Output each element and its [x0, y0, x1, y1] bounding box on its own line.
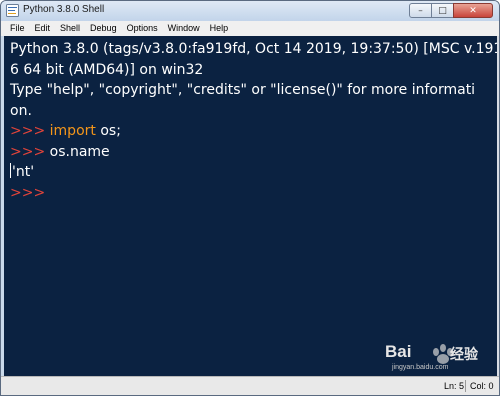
- column-number: Col: 0: [470, 381, 494, 391]
- status-divider: [465, 380, 466, 392]
- vertical-scrollbar[interactable]: [497, 36, 499, 376]
- maximize-button[interactable]: □: [431, 3, 454, 18]
- banner-line: on.: [10, 102, 32, 119]
- watermark-brand: Bai: [385, 342, 412, 361]
- watermark-url: jingyan.baidu.com: [392, 364, 449, 371]
- input-line: >>> import os;: [10, 121, 497, 142]
- idle-shell-window: Python 3.8.0 Shell – □ ✕ File Edit Shell…: [0, 0, 500, 396]
- banner-line: 6 64 bit (AMD64)] on win32: [10, 61, 204, 78]
- watermark-brand-cn: 经验: [450, 347, 478, 363]
- menu-shell[interactable]: Shell: [54, 21, 84, 36]
- banner-line: Python 3.8.0 (tags/v3.8.0:fa919fd, Oct 1…: [10, 41, 500, 57]
- menu-bar: File Edit Shell Debug Options Window Hel…: [1, 21, 499, 36]
- input-line: >>> os.name: [10, 142, 497, 163]
- menu-options[interactable]: Options: [121, 21, 162, 36]
- shell-prompt: >>>: [10, 143, 50, 160]
- shell-editor[interactable]: Python 3.8.0 (tags/v3.8.0:fa919fd, Oct 1…: [4, 36, 500, 376]
- window-controls: – □ ✕: [409, 3, 493, 18]
- import-keyword: import: [49, 123, 96, 139]
- line-number: Ln: 5: [444, 381, 465, 391]
- menu-file[interactable]: File: [1, 21, 29, 36]
- shell-prompt: >>>: [10, 123, 50, 139]
- window-title: Python 3.8.0 Shell: [23, 4, 105, 15]
- menu-window[interactable]: Window: [162, 21, 204, 36]
- input-line: >>>: [10, 183, 497, 204]
- menu-help[interactable]: Help: [204, 21, 233, 36]
- status-bar: Ln: 5 Col: 0: [1, 376, 499, 395]
- text-cursor: [10, 163, 11, 178]
- python-idle-icon: [6, 4, 19, 17]
- banner-line: Type "help", "copyright", "credits" or "…: [10, 82, 476, 98]
- close-button[interactable]: ✕: [453, 3, 493, 18]
- code-text: os;: [95, 123, 121, 139]
- menu-edit[interactable]: Edit: [29, 21, 55, 36]
- output-text: 'nt': [12, 164, 35, 180]
- output-line: 'nt': [10, 162, 497, 183]
- minimize-button[interactable]: –: [409, 3, 432, 18]
- code-text: os.name: [49, 143, 110, 160]
- menu-debug[interactable]: Debug: [84, 21, 121, 36]
- title-bar[interactable]: Python 3.8.0 Shell – □ ✕: [1, 1, 499, 21]
- shell-prompt: >>>: [10, 184, 50, 201]
